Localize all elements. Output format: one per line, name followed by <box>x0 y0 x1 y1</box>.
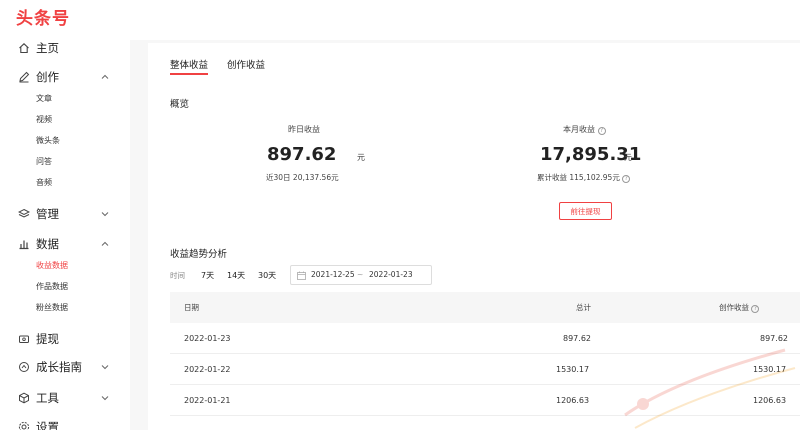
tab-creation-revenue[interactable]: 创作收益 <box>227 57 265 71</box>
sidebar-subitem-content-data[interactable]: 作品数据 <box>36 280 68 294</box>
yesterday-revenue-unit: 元 <box>357 153 365 162</box>
top-bar: 头条号 <box>0 0 800 40</box>
chevron-down-icon[interactable] <box>100 209 110 219</box>
column-header-date: 日期 <box>184 303 199 312</box>
cell-total: 1530.17 <box>556 365 590 374</box>
sidebar-item-growth-guide[interactable]: 成长指南 <box>0 356 130 378</box>
calendar-icon <box>297 271 306 280</box>
growth-icon <box>17 361 30 374</box>
sidebar-item-label: 主页 <box>36 41 59 55</box>
sidebar-subitem-article[interactable]: 文章 <box>36 92 52 106</box>
end-date[interactable]: 2022-01-23 <box>369 270 413 279</box>
go-withdraw-button[interactable]: 前往提现 <box>559 202 612 220</box>
chevron-up-icon[interactable] <box>100 239 110 249</box>
layers-icon <box>17 208 30 221</box>
sidebar-item-label: 数据 <box>36 237 59 251</box>
sidebar-item-data[interactable]: 数据 <box>0 233 130 255</box>
table-row: 2022-01-21 1206.63 1206.63 <box>170 385 800 416</box>
cell-total: 897.62 <box>563 334 591 343</box>
sidebar-item-create[interactable]: 创作 <box>0 66 130 88</box>
bar-chart-icon <box>17 238 30 251</box>
range-30-days[interactable]: 30天 <box>258 270 276 281</box>
table-row: 2022-01-22 1530.17 1530.17 <box>170 354 800 385</box>
sidebar-item-withdraw[interactable]: 提现 <box>0 328 130 350</box>
cell-creation-revenue: 1206.63 <box>753 396 787 405</box>
sidebar-subitem-revenue-data[interactable]: 收益数据 <box>36 259 68 273</box>
total-revenue: 累计收益 115,102.95元 ? <box>537 172 631 183</box>
cell-creation-revenue: 1530.17 <box>753 365 787 374</box>
pen-icon <box>17 71 30 84</box>
app-logo[interactable]: 头条号 <box>16 4 70 29</box>
table-header: 日期 总计 创作收益 ? <box>170 292 800 323</box>
time-filter-label: 时间 <box>170 271 185 280</box>
cell-date: 2022-01-22 <box>184 365 231 374</box>
table-row: 2022-01-23 897.62 897.62 <box>170 323 800 354</box>
cell-total: 1206.63 <box>556 396 590 405</box>
sidebar-item-label: 创作 <box>36 70 59 84</box>
yesterday-revenue-label: 昨日收益 <box>288 125 320 134</box>
sidebar-subitem-audio[interactable]: 音频 <box>36 176 52 190</box>
toolbox-icon <box>17 392 30 405</box>
sidebar-item-label: 工具 <box>36 391 59 405</box>
help-icon[interactable]: ? <box>622 175 631 183</box>
sidebar-item-label: 成长指南 <box>36 360 82 374</box>
cell-creation-revenue: 897.62 <box>760 334 788 343</box>
help-icon[interactable]: ? <box>597 127 606 135</box>
sidebar-item-tools[interactable]: 工具 <box>0 387 130 409</box>
range-14-days[interactable]: 14天 <box>227 270 245 281</box>
sidebar-item-manage[interactable]: 管理 <box>0 203 130 225</box>
column-header-creation-revenue: 创作收益 ? <box>719 302 760 313</box>
tab-overall-revenue[interactable]: 整体收益 <box>170 57 208 71</box>
trend-analysis-title: 收益趋势分析 <box>170 249 228 260</box>
sidebar-item-label: 设置 <box>36 420 59 430</box>
month-revenue-label: 本月收益 ? <box>563 124 606 135</box>
date-separator: ~ <box>357 270 364 279</box>
active-tab-indicator <box>170 73 208 75</box>
sidebar-item-home[interactable]: 主页 <box>0 37 130 59</box>
chevron-down-icon[interactable] <box>100 362 110 372</box>
range-7-days[interactable]: 7天 <box>201 270 214 281</box>
sidebar-item-settings[interactable]: 设置 <box>0 416 130 430</box>
table-row <box>170 416 800 430</box>
chevron-up-icon[interactable] <box>100 72 110 82</box>
overview-title: 概览 <box>170 99 190 110</box>
yesterday-revenue-value: 897.62 <box>267 144 337 165</box>
month-revenue-unit: 元 <box>624 153 632 162</box>
sidebar-subitem-video[interactable]: 视频 <box>36 113 52 127</box>
cell-date: 2022-01-21 <box>184 396 231 405</box>
date-range-picker[interactable]: 2021-12-25 ~ 2022-01-23 <box>290 265 432 285</box>
withdraw-icon <box>17 333 30 346</box>
sidebar-item-label: 提现 <box>36 332 59 346</box>
sidebar-subitem-fans-data[interactable]: 粉丝数据 <box>36 301 68 315</box>
sidebar-subitem-qa[interactable]: 问答 <box>36 155 52 169</box>
sidebar: 主页 创作 文章 视频 微头条 问答 音频 管理 数据 收益数据 作品数据 粉丝… <box>0 36 130 430</box>
sidebar-subitem-micro-headline[interactable]: 微头条 <box>36 134 60 148</box>
gear-icon <box>17 421 30 430</box>
chevron-down-icon[interactable] <box>100 393 110 403</box>
last-30-days-revenue: 近30日 20,137.56元 <box>266 173 339 182</box>
column-header-total: 总计 <box>576 303 591 312</box>
sidebar-item-label: 管理 <box>36 207 59 221</box>
help-icon[interactable]: ? <box>751 305 760 313</box>
cell-date: 2022-01-23 <box>184 334 231 343</box>
start-date[interactable]: 2021-12-25 <box>311 270 355 279</box>
home-icon <box>17 42 30 55</box>
